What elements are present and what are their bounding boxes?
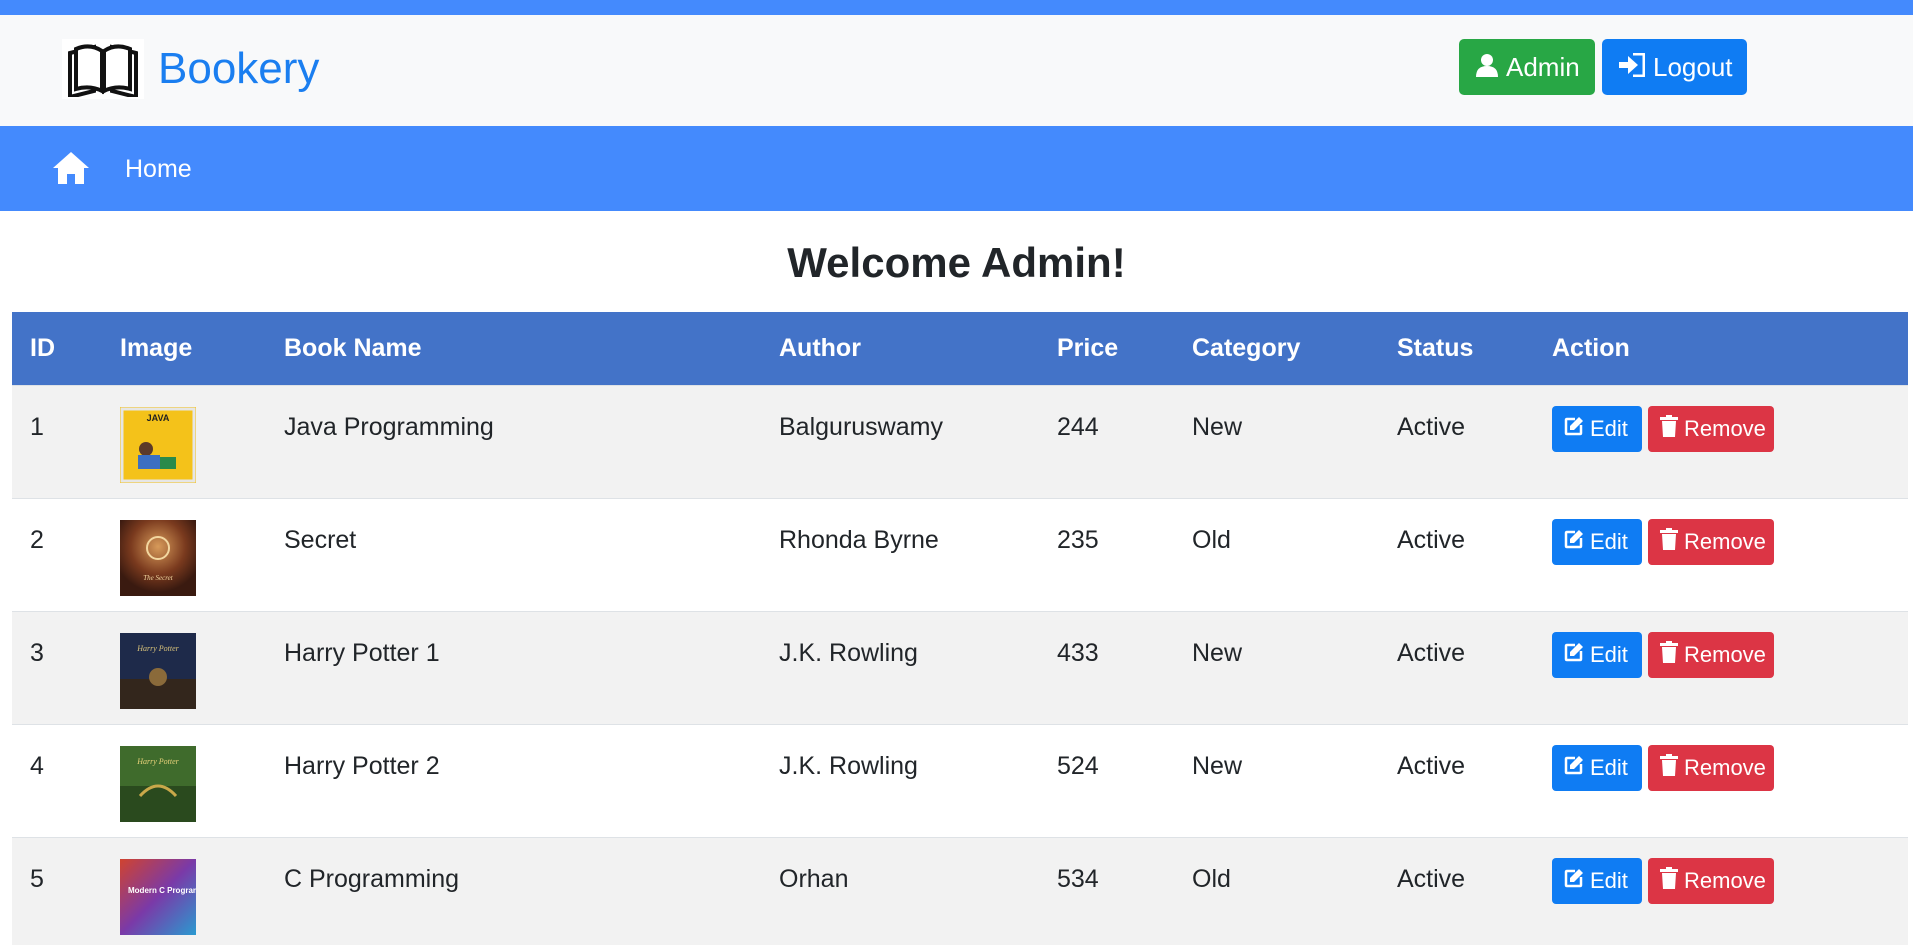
- book-cover-image: Harry Potter: [120, 632, 196, 709]
- trash-icon: [1660, 753, 1678, 782]
- cell-status: Active: [1379, 384, 1534, 498]
- cell-category: New: [1174, 384, 1379, 498]
- edit-button-label: Edit: [1590, 641, 1628, 667]
- cover-title: Harry Potter: [136, 757, 179, 766]
- remove-button[interactable]: Remove: [1648, 518, 1774, 565]
- cell-id: 1: [12, 384, 102, 498]
- edit-button[interactable]: Edit: [1552, 744, 1642, 791]
- edit-icon: [1564, 755, 1584, 781]
- book-cover-image: The Secret: [120, 519, 196, 596]
- user-icon: [1476, 53, 1498, 81]
- column-header-author: Author: [761, 312, 1039, 385]
- edit-button-label: Edit: [1590, 528, 1628, 554]
- table-header-row: ID Image Book Name Author Price Category…: [12, 312, 1908, 385]
- remove-button[interactable]: Remove: [1648, 631, 1774, 678]
- remove-button-label: Remove: [1684, 528, 1766, 554]
- sign-in-icon: [1619, 52, 1646, 81]
- cell-category: New: [1174, 723, 1379, 837]
- edit-button[interactable]: Edit: [1552, 631, 1642, 678]
- column-header-action: Action: [1534, 312, 1908, 385]
- trash-icon: [1660, 414, 1678, 443]
- cover-title: Modern C Programming: [128, 886, 196, 895]
- cover-title: JAVA: [147, 413, 170, 423]
- trash-icon: [1660, 866, 1678, 895]
- column-header-category: Category: [1174, 312, 1379, 385]
- open-book-icon[interactable]: [62, 39, 144, 99]
- logout-button-label: Logout: [1653, 52, 1733, 82]
- column-header-price: Price: [1039, 312, 1174, 385]
- cell-book-name: C Programming: [266, 836, 761, 945]
- edit-icon: [1564, 642, 1584, 668]
- cell-price: 433: [1039, 610, 1174, 724]
- edit-button-label: Edit: [1590, 754, 1628, 780]
- books-table: ID Image Book Name Author Price Category…: [12, 312, 1908, 945]
- cell-author: Rhonda Byrne: [761, 497, 1039, 611]
- cell-book-name: Java Programming: [266, 384, 761, 498]
- cell-status: Active: [1379, 723, 1534, 837]
- cell-category: New: [1174, 610, 1379, 724]
- edit-button-label: Edit: [1590, 415, 1628, 441]
- cell-status: Active: [1379, 497, 1534, 611]
- remove-button-label: Remove: [1684, 415, 1766, 441]
- cell-id: 4: [12, 723, 102, 837]
- page-title: Welcome Admin!: [787, 239, 1126, 286]
- cell-price: 244: [1039, 384, 1174, 498]
- book-cover-image: Modern C Programming: [120, 858, 196, 935]
- column-header-status: Status: [1379, 312, 1534, 385]
- cell-author: J.K. Rowling: [761, 723, 1039, 837]
- admin-button-label: Admin: [1506, 52, 1580, 82]
- edit-icon: [1564, 868, 1584, 894]
- home-icon[interactable]: [51, 150, 91, 186]
- trash-icon: [1660, 527, 1678, 556]
- cell-book-name: Harry Potter 2: [266, 723, 761, 837]
- admin-button[interactable]: Admin: [1459, 39, 1595, 95]
- remove-button[interactable]: Remove: [1648, 405, 1774, 452]
- cell-category: Old: [1174, 836, 1379, 945]
- nav-home-link[interactable]: Home: [125, 154, 192, 184]
- remove-button[interactable]: Remove: [1648, 857, 1774, 904]
- book-cover-image: JAVA: [120, 406, 196, 483]
- trash-icon: [1660, 640, 1678, 669]
- table-row: 2 The Secret Secret Rhonda Byrne 235 Old…: [12, 497, 1908, 611]
- cover-title: Harry Potter: [136, 644, 179, 653]
- brand-name[interactable]: Bookery: [158, 41, 319, 97]
- column-header-id: ID: [12, 312, 102, 385]
- edit-icon: [1564, 529, 1584, 555]
- cell-price: 534: [1039, 836, 1174, 945]
- column-header-book-name: Book Name: [266, 312, 761, 385]
- cell-book-name: Secret: [266, 497, 761, 611]
- cell-status: Active: [1379, 836, 1534, 945]
- edit-button[interactable]: Edit: [1552, 518, 1642, 565]
- edit-button[interactable]: Edit: [1552, 857, 1642, 904]
- logout-button[interactable]: Logout: [1602, 39, 1747, 95]
- edit-button[interactable]: Edit: [1552, 405, 1642, 452]
- cell-id: 5: [12, 836, 102, 945]
- cell-author: J.K. Rowling: [761, 610, 1039, 724]
- remove-button-label: Remove: [1684, 754, 1766, 780]
- remove-button-label: Remove: [1684, 641, 1766, 667]
- cell-category: Old: [1174, 497, 1379, 611]
- column-header-image: Image: [102, 312, 266, 385]
- remove-button-label: Remove: [1684, 867, 1766, 893]
- table-row: 3 Harry Potter Harry Potter 1 J.K. Rowli…: [12, 610, 1908, 724]
- top-accent-strip: [0, 0, 1913, 15]
- cell-author: Balguruswamy: [761, 384, 1039, 498]
- edit-button-label: Edit: [1590, 867, 1628, 893]
- book-cover-image: Harry Potter: [120, 745, 196, 822]
- header: Bookery Admin Logout: [0, 15, 1913, 126]
- remove-button[interactable]: Remove: [1648, 744, 1774, 791]
- table-row: 1 JAVA Java Programming Balguruswamy 244…: [12, 384, 1908, 498]
- cell-id: 3: [12, 610, 102, 724]
- cover-title: The Secret: [143, 574, 174, 582]
- cell-price: 235: [1039, 497, 1174, 611]
- navbar: Home: [0, 126, 1913, 211]
- cell-status: Active: [1379, 610, 1534, 724]
- cell-id: 2: [12, 497, 102, 611]
- cell-book-name: Harry Potter 1: [266, 610, 761, 724]
- cell-author: Orhan: [761, 836, 1039, 945]
- table-row: 4 Harry Potter Harry Potter 2 J.K. Rowli…: [12, 723, 1908, 837]
- edit-icon: [1564, 416, 1584, 442]
- table-row: 5 Modern C Programming C Programming Orh…: [12, 836, 1908, 945]
- cell-price: 524: [1039, 723, 1174, 837]
